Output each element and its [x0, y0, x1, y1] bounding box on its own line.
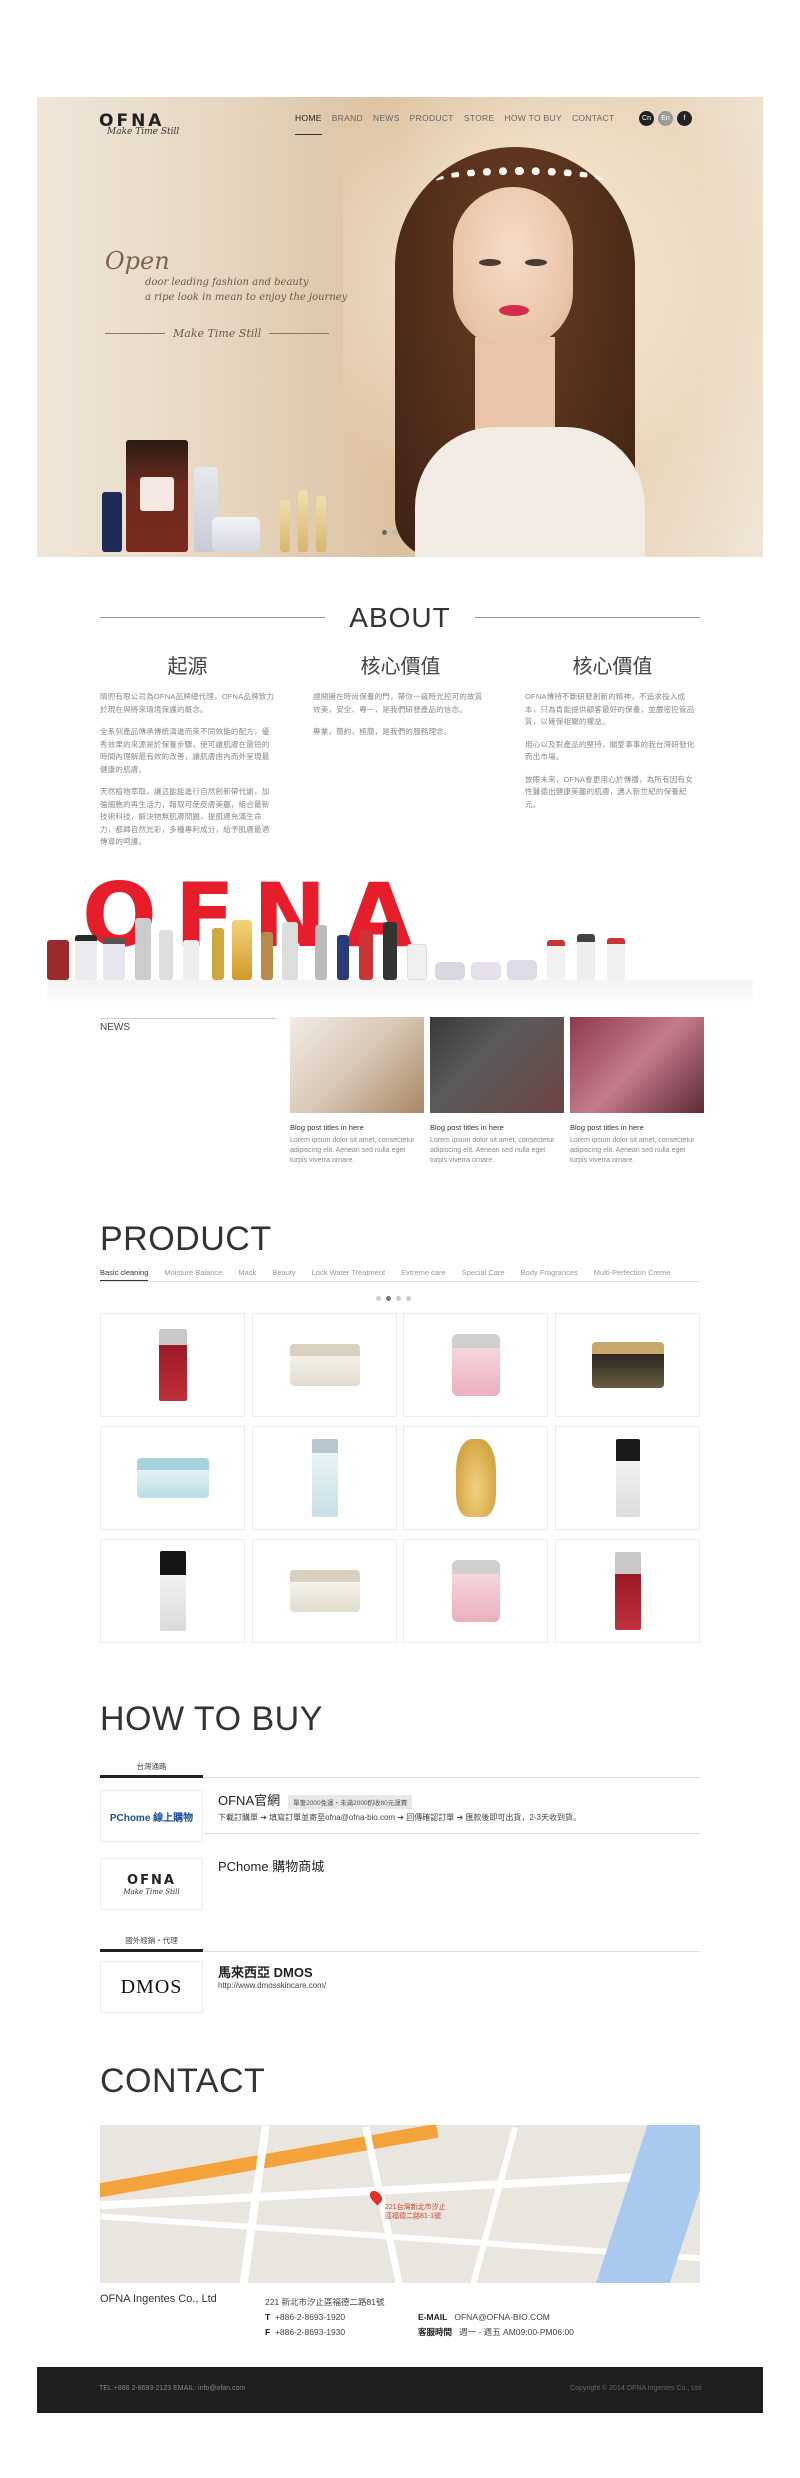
hero-copy: Open door leading fashion and beauty a r…	[105, 247, 365, 340]
news-card[interactable]: Blog post titles in here Lorem ipsum dol…	[290, 1017, 424, 1166]
news-image[interactable]	[570, 1017, 704, 1113]
address: 221 新北市汐止區福德二路81號	[265, 2297, 385, 2307]
hero-tagline: Make Time Still	[173, 327, 262, 340]
product-card[interactable]	[403, 1539, 548, 1643]
nav-store[interactable]: STORE	[464, 113, 495, 135]
news-card[interactable]: Blog post titles in here Lorem ipsum dol…	[570, 1017, 704, 1166]
product-tabs: Basic cleaning Moisture Balance Mask Bea…	[100, 1268, 671, 1281]
logo-tagline: Make Time Still	[107, 127, 180, 137]
lang-cn-button[interactable]: Cn	[639, 111, 654, 126]
contact-address-block: 221 新北市汐止區福德二路81號 T +886-2-8693-1920 F +…	[265, 2297, 385, 2337]
about-heading: ABOUT	[100, 602, 700, 633]
order-steps: 下載訂購單 ➔ 填寫訂單並寄至ofna@ofna-bio.com ➔ 回傳確認訂…	[218, 1813, 581, 1822]
contact-email-block: E-MAIL OFNA@OFNA-BIO.COM 客服時間 週一 - 週五 AM…	[418, 2312, 574, 2337]
news-image[interactable]	[290, 1017, 424, 1113]
dmos-title: 馬來西亞 DMOS	[218, 1965, 313, 1980]
news-card[interactable]: Blog post titles in here Lorem ipsum dol…	[430, 1017, 564, 1166]
product-card[interactable]	[252, 1313, 397, 1417]
pchome-logo[interactable]: PChome 線上購物	[100, 1790, 203, 1842]
hero-banner: OFNA Make Time Still HOME BRAND NEWS PRO…	[37, 97, 763, 557]
tab-moisture-balance[interactable]: Moisture Balance	[164, 1268, 222, 1281]
top-nav: OFNA Make Time Still HOME BRAND NEWS PRO…	[37, 97, 763, 142]
product-pagination	[376, 1296, 411, 1301]
tab-multi-perfection-creme[interactable]: Multi-Perfection Creme	[594, 1268, 671, 1281]
main-menu: HOME BRAND NEWS PRODUCT STORE HOW TO BUY…	[295, 113, 615, 135]
product-card[interactable]	[403, 1426, 548, 1530]
lang-en-button[interactable]: En	[658, 111, 673, 126]
page: OFNA Make Time Still HOME BRAND NEWS PRO…	[0, 0, 800, 2478]
product-title: PRODUCT	[100, 1220, 272, 1258]
tab-special-care[interactable]: Special Care	[462, 1268, 505, 1281]
about-col-value-2: 核心價值 OFNA傳持不斷研發創新的精神，不追求投入成本，只為肯能提供顧客最好的…	[525, 656, 695, 809]
nav-home[interactable]: HOME	[295, 113, 322, 135]
product-card[interactable]	[555, 1539, 700, 1643]
about-col-origin: 起源 晴煦有限公司為OFNA品牌總代理，OFNA品牌致力於現在與將來環境保護的概…	[100, 656, 275, 846]
tab-beauty[interactable]: Beauty	[272, 1268, 295, 1281]
news-title[interactable]: Blog post titles in here	[570, 1123, 704, 1132]
footer-copyright: Copyright © 2014 OFNA Ingentes Co., Ltd	[570, 2385, 701, 2392]
tab-basic-cleaning[interactable]: Basic cleaning	[100, 1268, 149, 1281]
tab-body-fragrances[interactable]: Body Fragrances	[521, 1268, 578, 1281]
product-dot[interactable]	[396, 1296, 401, 1301]
product-card[interactable]	[403, 1313, 548, 1417]
hero-pagination	[382, 530, 397, 535]
product-dot[interactable]	[386, 1296, 391, 1301]
footer-contact: TEL:+886 2-8693-2123 EMAIL: info@ofan.co…	[99, 2385, 246, 2392]
location-map[interactable]: 221台灣新北市汐止 區福德二路81-1號	[100, 2125, 700, 2283]
news-title[interactable]: Blog post titles in here	[430, 1123, 564, 1132]
taiwan-channel-tag: 台灣通路	[100, 1761, 203, 1778]
tab-extreme-care[interactable]: Extreme care	[401, 1268, 446, 1281]
about-title: ABOUT	[349, 602, 451, 633]
hero-dot[interactable]	[392, 530, 397, 535]
product-card[interactable]	[252, 1539, 397, 1643]
hero-open-text: Open	[105, 247, 170, 275]
nav-contact[interactable]: CONTACT	[572, 113, 615, 135]
how-to-buy-title: HOW TO BUY	[100, 1700, 323, 1738]
dmos-url-link[interactable]: http://www.dmosskincare.com/	[218, 1981, 326, 1990]
nav-how-to-buy[interactable]: HOW TO BUY	[504, 113, 561, 135]
product-dot[interactable]	[376, 1296, 381, 1301]
contact-title: CONTACT	[100, 2062, 266, 2100]
product-dot[interactable]	[406, 1296, 411, 1301]
map-address-label: 221台灣新北市汐止 區福德二路81-1號	[385, 2204, 446, 2220]
company-name: OFNA Ingentes Co., Ltd	[100, 2293, 217, 2305]
ofna-brand-banner: OFNA	[37, 860, 763, 1010]
product-card[interactable]	[555, 1426, 700, 1530]
product-card[interactable]	[100, 1313, 245, 1417]
tab-lock-water-treatment[interactable]: Lock Water Treatment	[312, 1268, 386, 1281]
hero-product-group	[102, 432, 342, 552]
pchome-store-link[interactable]: PChome 購物商城	[218, 1856, 324, 1875]
news-image[interactable]	[430, 1017, 564, 1113]
tab-mask[interactable]: Mask	[238, 1268, 256, 1281]
news-label: NEWS	[100, 1022, 130, 1033]
about-col-value: 核心價值 證開擁在時尚保養的門，帶你一窺時光控可的故質效美，安全、專一，是我們研…	[313, 656, 483, 736]
product-card[interactable]	[100, 1426, 245, 1530]
hero-model-image	[395, 147, 655, 557]
intl-distributor-tag: 國外經銷・代理	[100, 1935, 203, 1952]
nav-brand[interactable]: BRAND	[332, 113, 363, 135]
news-title[interactable]: Blog post titles in here	[290, 1123, 424, 1132]
shipping-badge: 單筆2000免運・未滿2000酌收80元運費	[288, 1794, 413, 1809]
product-shelf-image	[47, 918, 753, 980]
fax: +886-2-8693-1930	[274, 2327, 346, 2337]
dmos-logo[interactable]: DMOS	[100, 1961, 203, 2013]
ofna-logo-box[interactable]: OFNA Make Time Still	[100, 1858, 203, 1910]
facebook-icon[interactable]: f	[677, 111, 692, 126]
product-card[interactable]	[555, 1313, 700, 1417]
footer: TEL:+886 2-8693-2123 EMAIL: info@ofan.co…	[37, 2367, 763, 2413]
email-link[interactable]: OFNA@OFNA-BIO.COM	[454, 2312, 550, 2322]
product-card[interactable]	[252, 1426, 397, 1530]
nav-product[interactable]: PRODUCT	[410, 113, 454, 135]
phone[interactable]: +886-2-8693-1920	[275, 2312, 345, 2322]
hero-dot[interactable]	[382, 530, 387, 535]
service-hours: 週一 - 週五 AM09:00-PM06:00	[459, 2327, 574, 2337]
product-card[interactable]	[100, 1539, 245, 1643]
nav-news[interactable]: NEWS	[373, 113, 400, 135]
ofna-official-store[interactable]: OFNA官網 單筆2000免運・未滿2000酌收80元運費	[218, 1790, 413, 1809]
